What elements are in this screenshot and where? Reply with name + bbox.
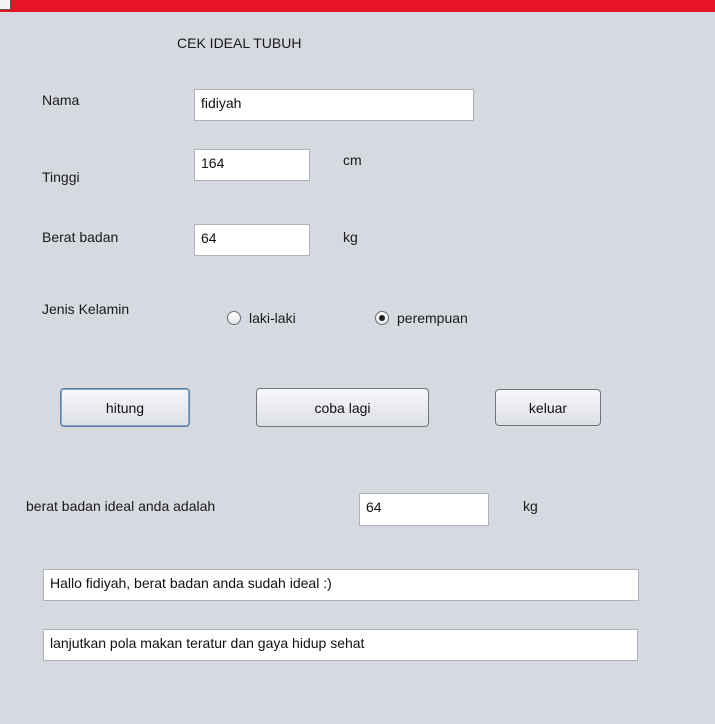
- berat-label: Berat badan: [42, 229, 119, 245]
- radio-laki-laki[interactable]: laki-laki: [227, 310, 296, 326]
- berat-input[interactable]: 64: [194, 224, 310, 256]
- nama-input[interactable]: fidiyah: [194, 89, 474, 121]
- nama-label: Nama: [42, 92, 80, 108]
- berat-unit: kg: [343, 229, 358, 245]
- app-window-icon[interactable]: [0, 0, 11, 10]
- keluar-button[interactable]: keluar: [495, 389, 601, 426]
- coba-lagi-button[interactable]: coba lagi: [256, 388, 429, 427]
- window-titlebar: [0, 0, 715, 12]
- advice-message-field[interactable]: lanjutkan pola makan teratur dan gaya hi…: [43, 629, 638, 661]
- ideal-weight-label: berat badan ideal anda adalah: [26, 498, 216, 514]
- radio-perempuan-label: perempuan: [397, 310, 468, 326]
- tinggi-input[interactable]: 164: [194, 149, 310, 181]
- radio-checked-icon[interactable]: [375, 311, 389, 325]
- radio-perempuan[interactable]: perempuan: [375, 310, 468, 326]
- ideal-weight-unit: kg: [523, 498, 538, 514]
- gender-label: Jenis Kelamin: [42, 301, 130, 317]
- ideal-weight-output[interactable]: 64: [359, 493, 489, 526]
- tinggi-unit: cm: [343, 152, 362, 168]
- radio-laki-laki-label: laki-laki: [249, 310, 296, 326]
- radio-unchecked-icon[interactable]: [227, 311, 241, 325]
- hitung-button[interactable]: hitung: [60, 388, 190, 427]
- tinggi-label: Tinggi: [42, 169, 80, 185]
- result-message-field[interactable]: Hallo fidiyah, berat badan anda sudah id…: [43, 569, 639, 601]
- page-title: CEK IDEAL TUBUH: [177, 35, 302, 51]
